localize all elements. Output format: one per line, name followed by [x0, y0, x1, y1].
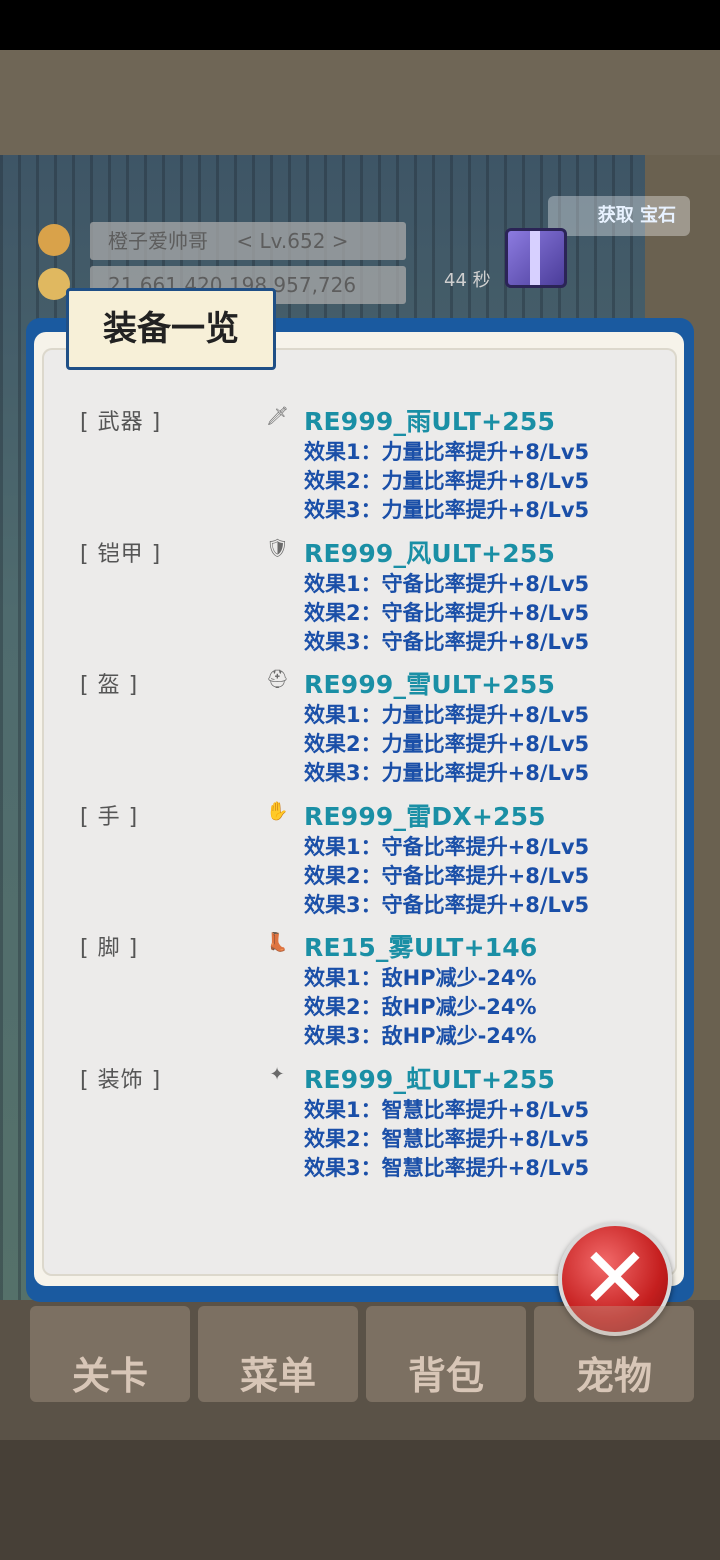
item-effect: 效果3：力量比率提升+8/Lv5: [304, 761, 590, 786]
player-name-row: 橙子爱帅哥 < Lv.652 >: [90, 222, 406, 260]
game-top-area: [0, 50, 720, 155]
item-effect: 效果3：守备比率提升+8/Lv5: [304, 629, 590, 654]
item-effect: 效果2：力量比率提升+8/Lv5: [304, 469, 590, 493]
item-effect: 效果1：敌HP减少-24%: [304, 966, 537, 991]
boot-icon: 👢: [266, 932, 289, 954]
slot-label: [ 手 ]: [80, 804, 139, 830]
item-effect: 效果1：智慧比率提升+8/Lv5: [304, 1098, 590, 1122]
helmet-icon: ⛑: [266, 669, 289, 691]
player-avatar-icon: [38, 224, 70, 256]
item-effect: 效果2：敌HP减少-24%: [304, 995, 537, 1020]
slot-label: [ 铠甲 ]: [80, 541, 162, 567]
gift-box-icon[interactable]: [505, 228, 567, 288]
item-effect: 效果3：敌HP减少-24%: [304, 1024, 537, 1049]
timer-text: 44 秒: [444, 270, 491, 291]
item-effect: 效果1：守备比率提升+8/Lv5: [304, 834, 590, 859]
nav-stage-button[interactable]: 关卡: [30, 1306, 190, 1402]
item-name: RE999_雨ULT+255: [304, 407, 556, 436]
bottom-bar: [0, 1440, 720, 1560]
item-effect: 效果1：力量比率提升+8/Lv5: [304, 440, 590, 464]
slot-label: [ 盔 ]: [80, 673, 139, 699]
item-effect: 效果1：守备比率提升+8/Lv5: [304, 571, 590, 596]
player-name: 橙子爱帅哥: [108, 229, 208, 253]
slot-label: [ 脚 ]: [80, 936, 139, 962]
player-level: < Lv.652 >: [236, 229, 349, 253]
accessory-icon: ✦: [269, 1064, 285, 1085]
glove-icon: ✋: [266, 800, 289, 822]
item-effect: 效果2：力量比率提升+8/Lv5: [304, 732, 590, 757]
item-name: RE999_风ULT+255: [304, 538, 556, 568]
item-name: RE999_虹ULT+255: [304, 1065, 556, 1094]
sword-icon: 🗡: [266, 406, 289, 427]
slot-label: [ 武器 ]: [80, 410, 162, 435]
nav-menu-button[interactable]: 菜单: [198, 1306, 358, 1402]
dialog-title: 装备一览: [66, 288, 276, 370]
status-bar: [0, 0, 720, 50]
item-effect: 效果1：力量比率提升+8/Lv5: [304, 703, 590, 728]
nav-bag-button[interactable]: 背包: [366, 1306, 526, 1402]
item-name: RE999_雷DX+255: [304, 801, 546, 831]
item-effect: 效果3：智慧比率提升+8/Lv5: [304, 1156, 590, 1180]
item-effect: 效果2：守备比率提升+8/Lv5: [304, 863, 590, 888]
get-gems-button[interactable]: 获取 宝石: [548, 196, 690, 236]
item-name: RE999_雪ULT+255: [304, 670, 556, 700]
item-effect: 效果2：守备比率提升+8/Lv5: [304, 600, 590, 625]
item-effect: 效果3：力量比率提升+8/Lv5: [304, 498, 590, 522]
nav-pet-button[interactable]: 宠物: [534, 1306, 694, 1402]
armor-icon: 🛡: [266, 537, 289, 559]
item-name: RE15_雾ULT+146: [304, 933, 538, 963]
item-effect: 效果3：守备比率提升+8/Lv5: [304, 892, 590, 917]
item-effect: 效果2：智慧比率提升+8/Lv5: [304, 1127, 590, 1151]
slot-label: [ 装饰 ]: [80, 1068, 162, 1093]
